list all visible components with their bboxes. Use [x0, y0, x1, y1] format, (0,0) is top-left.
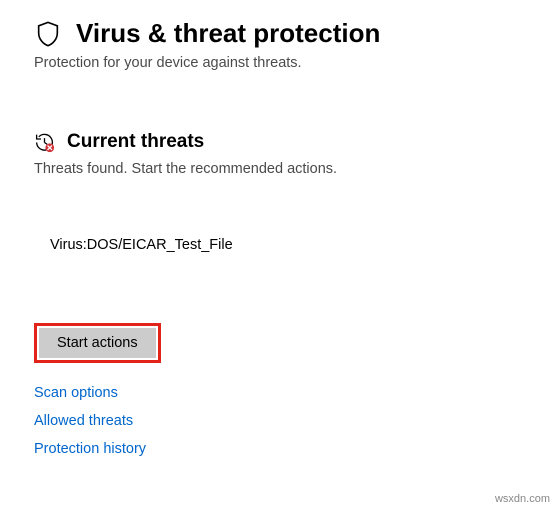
- protection-history-link[interactable]: Protection history: [34, 441, 146, 457]
- page-subtitle: Protection for your device against threa…: [34, 55, 526, 71]
- history-alert-icon: [34, 132, 55, 153]
- allowed-threats-link[interactable]: Allowed threats: [34, 413, 133, 429]
- section-title: Current threats: [67, 131, 204, 153]
- start-actions-button[interactable]: Start actions: [39, 328, 156, 358]
- highlight-box: Start actions: [34, 323, 161, 363]
- links-section: Scan options Allowed threats Protection …: [34, 385, 526, 457]
- page-header: Virus & threat protection: [34, 18, 526, 49]
- page-title: Virus & threat protection: [76, 18, 380, 49]
- section-subtitle: Threats found. Start the recommended act…: [34, 161, 526, 177]
- scan-options-link[interactable]: Scan options: [34, 385, 118, 401]
- shield-icon: [34, 20, 62, 48]
- threat-item[interactable]: Virus:DOS/EICAR_Test_File: [50, 237, 526, 253]
- watermark: wsxdn.com: [495, 493, 550, 505]
- section-header: Current threats: [34, 131, 526, 153]
